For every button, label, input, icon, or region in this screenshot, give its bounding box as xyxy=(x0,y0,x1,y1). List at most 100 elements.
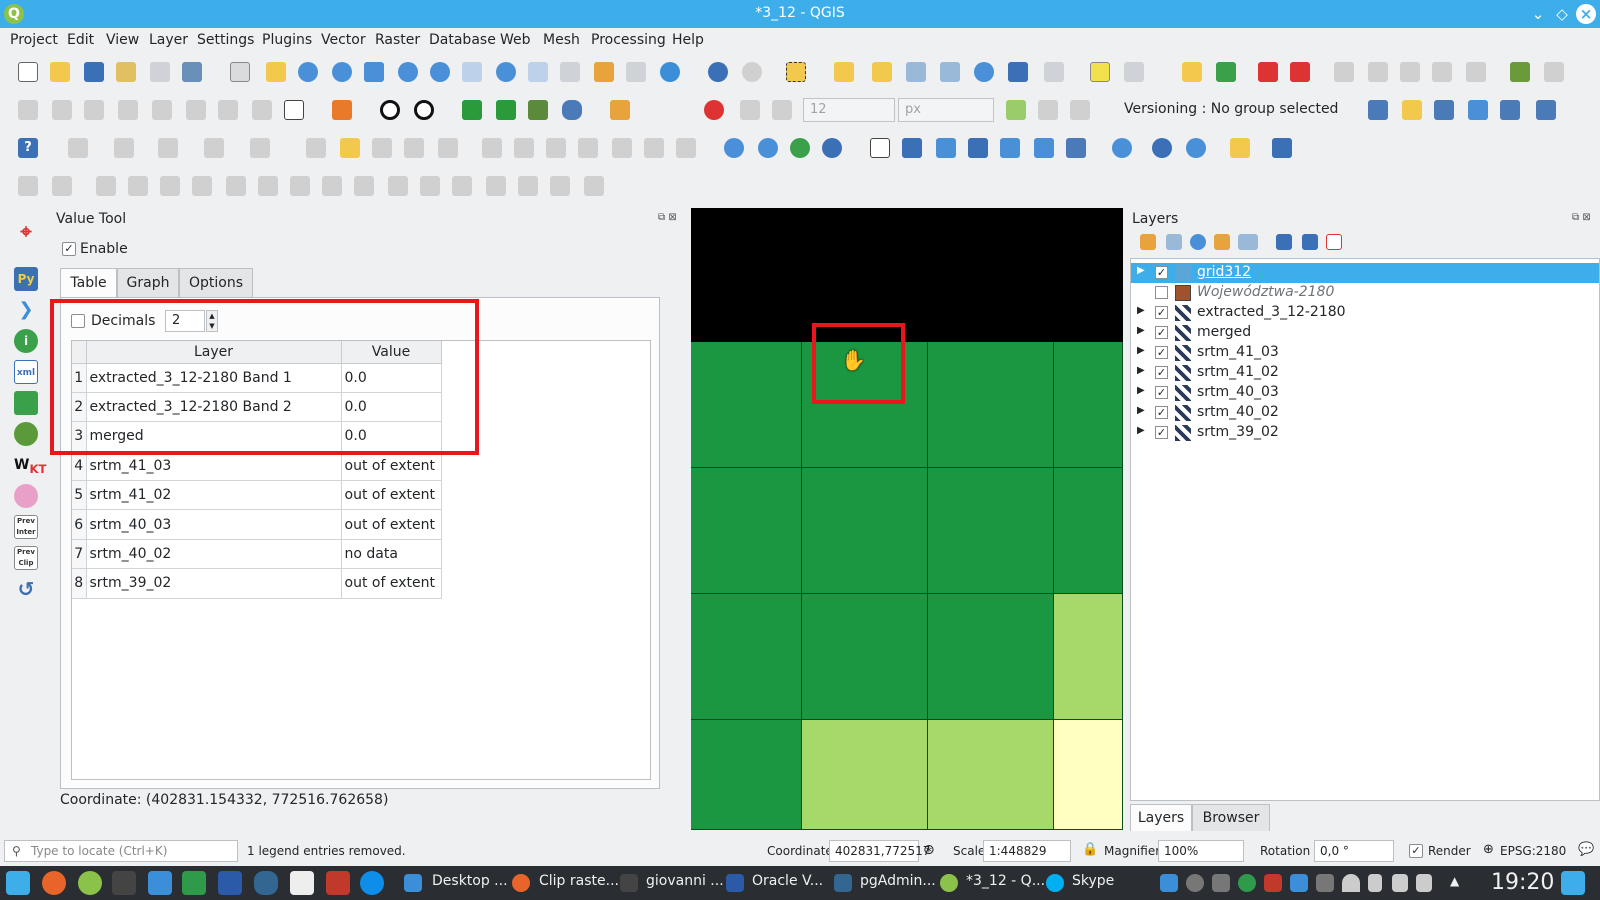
intersection-icon[interactable] xyxy=(1038,100,1058,120)
menu-layer[interactable]: Layer xyxy=(149,32,188,48)
paste-icon[interactable] xyxy=(612,138,632,158)
add-feature-icon[interactable] xyxy=(404,138,424,158)
versioning-drop-icon[interactable] xyxy=(1536,100,1556,120)
rotation-field[interactable]: 0,0 ° xyxy=(1314,840,1394,862)
spreadsheet-icon[interactable] xyxy=(182,871,206,895)
menu-web[interactable]: Web xyxy=(500,32,531,48)
task-qgis[interactable]: *3_12 - Q... xyxy=(966,873,1045,889)
tray-chat-icon[interactable] xyxy=(1160,874,1178,892)
topology-icon[interactable] xyxy=(1006,100,1026,120)
add-ellipse-icon[interactable] xyxy=(158,138,178,158)
pin-labels-icon[interactable] xyxy=(1258,62,1278,82)
snap-vertex-icon[interactable] xyxy=(740,100,760,120)
versioning-edit-icon[interactable] xyxy=(1468,100,1488,120)
3d-view-icon[interactable] xyxy=(496,100,516,120)
font-unit-select[interactable]: px xyxy=(898,98,994,122)
table-row[interactable]: 7 srtm_40_02 no data xyxy=(72,539,442,570)
show-hide-labels-icon[interactable] xyxy=(1290,62,1310,82)
locate-search-input[interactable]: Type to locate (Ctrl+K) xyxy=(4,840,238,862)
show-desktop-icon[interactable] xyxy=(1561,871,1585,895)
toggle-extents-icon[interactable]: ⊛ xyxy=(923,842,935,858)
firefox-icon[interactable] xyxy=(42,871,66,895)
save-edits-icon[interactable] xyxy=(372,138,392,158)
pan-icon[interactable] xyxy=(230,62,250,82)
task-skype[interactable]: Skype xyxy=(1072,873,1114,889)
delete-ring-icon[interactable] xyxy=(252,100,272,120)
georeferencer-icon[interactable] xyxy=(332,100,352,120)
task-pgadmin[interactable]: pgAdmin... xyxy=(860,873,936,889)
menu-project[interactable]: Project xyxy=(10,32,58,48)
python-icon[interactable]: Py xyxy=(14,267,38,291)
layer-item-srtm-40-03[interactable]: ▶ ✓ srtm_40_03 xyxy=(1131,383,1599,403)
menu-raster[interactable]: Raster xyxy=(375,32,420,48)
versioning-new-icon[interactable] xyxy=(1368,100,1388,120)
tracing-icon[interactable] xyxy=(1070,100,1090,120)
raster-tool-icon[interactable] xyxy=(14,391,38,415)
rotate-label-icon[interactable] xyxy=(1368,62,1388,82)
qgis-launcher-icon[interactable] xyxy=(78,871,102,895)
style-panel-icon[interactable] xyxy=(1140,234,1156,250)
rotate-feature-icon[interactable] xyxy=(52,176,72,196)
undo-icon[interactable] xyxy=(644,138,664,158)
magnifier-field[interactable]: 100% xyxy=(1158,840,1244,862)
versioning-history-icon[interactable] xyxy=(1500,100,1520,120)
coordinate-field[interactable]: 402831,772517 xyxy=(829,840,930,862)
copy-icon[interactable] xyxy=(578,138,598,158)
teamviewer-icon[interactable] xyxy=(360,871,384,895)
layer-visibility-checkbox[interactable] xyxy=(1155,286,1168,299)
notes-icon[interactable] xyxy=(1392,874,1408,892)
binoculars-icon[interactable] xyxy=(822,138,842,158)
align-icon[interactable] xyxy=(550,176,570,196)
layer-visibility-checkbox[interactable]: ✓ xyxy=(1155,306,1168,319)
prev-inter-icon[interactable]: Prev Inter xyxy=(14,515,38,539)
diagram-icon[interactable] xyxy=(1216,62,1236,82)
map-tips-icon[interactable] xyxy=(1090,62,1110,82)
expand-arrow-icon[interactable]: ▶ xyxy=(1137,405,1145,416)
change-label-icon[interactable] xyxy=(1400,62,1420,82)
menu-database[interactable]: Database xyxy=(429,32,496,48)
layer-visibility-checkbox[interactable]: ✓ xyxy=(1155,366,1168,379)
pin-diagram-icon[interactable] xyxy=(1432,62,1452,82)
menu-help[interactable]: Help xyxy=(672,32,704,48)
offset-point-icon[interactable] xyxy=(518,176,538,196)
save-as-icon[interactable] xyxy=(116,62,136,82)
remove-layer-icon[interactable] xyxy=(1326,234,1342,250)
expand-arrow-icon[interactable]: ▶ xyxy=(1137,345,1145,356)
rotate-cw-icon[interactable] xyxy=(380,100,400,120)
add-virtual-layer-icon[interactable] xyxy=(1034,138,1054,158)
split-parts-icon[interactable] xyxy=(290,176,310,196)
web-globe-icon[interactable] xyxy=(724,138,744,158)
xml-icon[interactable]: xml xyxy=(14,360,38,384)
task-giovanni[interactable]: giovanni ... xyxy=(646,873,724,889)
move-feature-icon[interactable] xyxy=(420,176,440,196)
zoom-out-icon[interactable] xyxy=(332,62,352,82)
action-icon[interactable] xyxy=(742,62,762,82)
versioning-checkout-icon[interactable] xyxy=(1402,100,1422,120)
add-raster-icon[interactable] xyxy=(902,138,922,158)
new-bookmark-icon[interactable] xyxy=(594,62,614,82)
table-row[interactable]: 8 srtm_39_02 out of extent xyxy=(72,568,442,599)
delete-selected-icon[interactable] xyxy=(514,138,534,158)
layers-float-close-icon[interactable]: ⧉ ⊠ xyxy=(1572,212,1596,224)
show-bookmarks-icon[interactable] xyxy=(626,62,646,82)
rotate-ccw-icon[interactable] xyxy=(414,100,434,120)
text-annotation-icon[interactable] xyxy=(1124,62,1144,82)
refresh-icon[interactable] xyxy=(660,62,680,82)
menu-processing[interactable]: Processing xyxy=(591,32,666,48)
writer-icon[interactable] xyxy=(218,871,242,895)
terminal-icon[interactable] xyxy=(112,871,136,895)
expand-arrow-icon[interactable]: ▶ xyxy=(1137,265,1145,276)
filter-icon[interactable] xyxy=(1214,234,1230,250)
delete-part-icon[interactable] xyxy=(322,176,342,196)
layer-item-srtm-40-02[interactable]: ▶ ✓ srtm_40_02 xyxy=(1131,403,1599,423)
tab-graph[interactable]: Graph xyxy=(117,268,179,298)
deselect-icon[interactable] xyxy=(872,62,892,82)
refresh-plugin-icon[interactable]: ↺ xyxy=(14,577,38,601)
add-group-icon[interactable] xyxy=(1166,234,1182,250)
start-menu-icon[interactable] xyxy=(6,871,30,895)
enable-checkbox[interactable]: ✓ xyxy=(62,242,76,256)
menu-view[interactable]: View xyxy=(106,32,139,48)
tab-browser[interactable]: Browser xyxy=(1192,804,1270,831)
tab-layers[interactable]: Layers xyxy=(1130,804,1192,831)
scale-feature-icon[interactable] xyxy=(96,176,116,196)
